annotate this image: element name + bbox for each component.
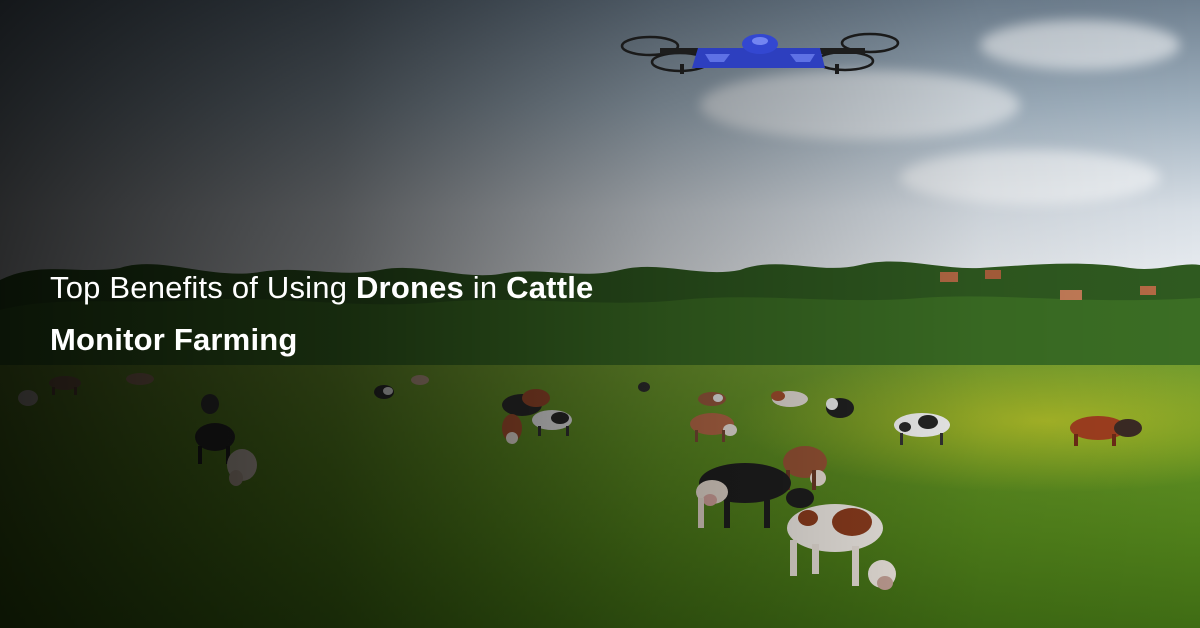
page-title: Top Benefits of Using Drones in Cattle M… [50, 262, 750, 366]
title-text: in [463, 270, 507, 305]
drone-icon [620, 32, 900, 74]
hero-banner: Top Benefits of Using Drones in Cattle M… [0, 0, 1200, 628]
title-highlight: Cattle [506, 270, 594, 305]
title-line-1: Top Benefits of Using Drones in Cattle [50, 262, 750, 314]
title-highlight: Drones [355, 270, 464, 305]
title-line-2: Monitor Farming [50, 322, 298, 357]
title-text: Top Benefits of Using [50, 270, 356, 305]
